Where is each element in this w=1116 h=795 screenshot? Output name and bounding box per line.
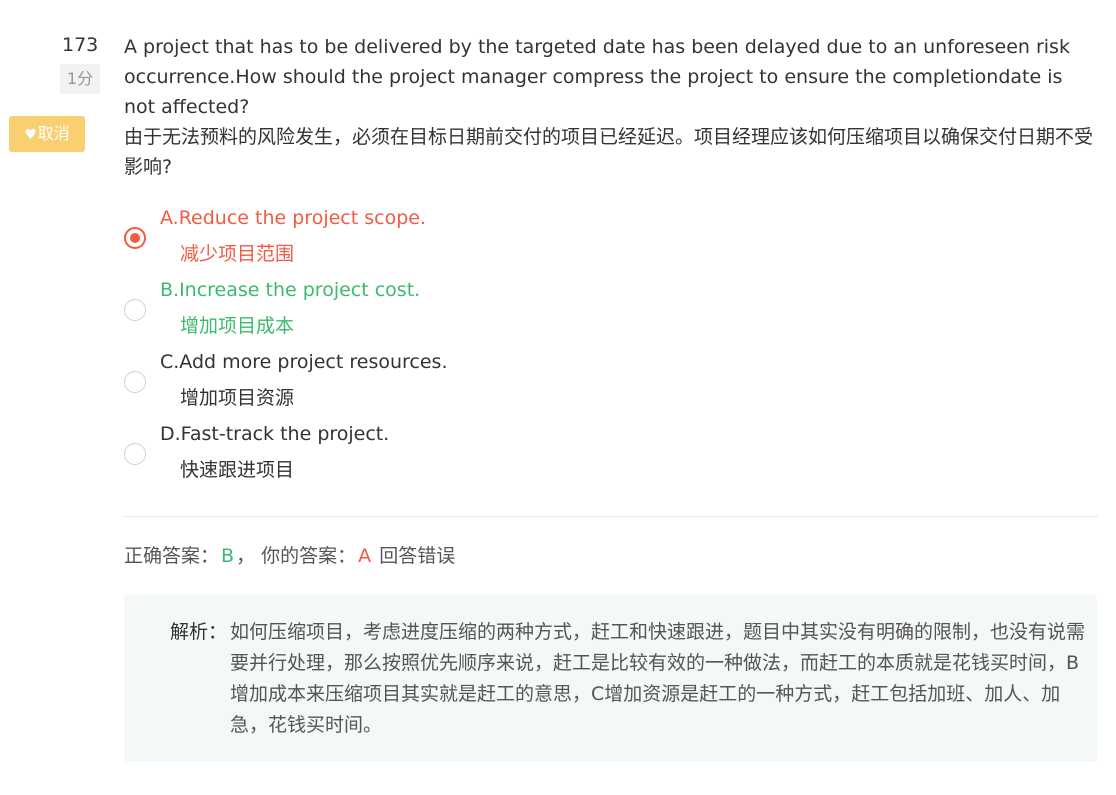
option-d[interactable]: D.Fast-track the project. 快速跟进项目 — [124, 422, 1024, 494]
option-d-text-zh: 快速跟进项目 — [180, 459, 295, 481]
option-c-text-en: C.Add more project resources. — [160, 351, 448, 373]
question-score-badge: 1分 — [60, 64, 100, 94]
option-a-text-zh: 减少项目范围 — [180, 243, 295, 265]
question-number: 173 — [62, 34, 99, 56]
answer-status: 回答错误 — [379, 545, 456, 567]
correct-answer-value: B — [221, 545, 235, 567]
option-c-radio[interactable] — [124, 371, 146, 393]
option-b-text-en: B.Increase the project cost. — [160, 279, 421, 301]
unfavorite-label: 取消 — [37, 124, 70, 143]
option-c[interactable]: C.Add more project resources. 增加项目资源 — [124, 350, 1024, 422]
option-c-text-zh: 增加项目资源 — [180, 387, 295, 409]
option-a-text-en: A.Reduce the project scope. — [160, 207, 426, 229]
your-answer-label: 你的答案： — [261, 545, 357, 567]
option-b-radio[interactable] — [124, 299, 146, 321]
option-b-text-zh: 增加项目成本 — [180, 315, 295, 337]
options-list: A.Reduce the project scope. 减少项目范围 B.Inc… — [124, 206, 1024, 494]
unfavorite-button[interactable]: ♥取消 — [9, 116, 85, 152]
heart-icon: ♥ — [24, 127, 37, 143]
option-d-text-en: D.Fast-track the project. — [160, 423, 390, 445]
your-answer-value: A — [358, 545, 372, 567]
analysis-text: 如何压缩项目，考虑进度压缩的两种方式，赶工和快速跟进，题目中其实没有明确的限制，… — [230, 621, 1086, 736]
analysis-label: 解析： — [170, 621, 228, 643]
question-text-zh: 由于无法预料的风险发生，必须在目标日期前交付的项目已经延迟。项目经理应该如何压缩… — [124, 126, 1094, 178]
option-b[interactable]: B.Increase the project cost. 增加项目成本 — [124, 278, 1024, 350]
option-a[interactable]: A.Reduce the project scope. 减少项目范围 — [124, 206, 1024, 278]
question-stem: A project that has to be delivered by th… — [124, 32, 1099, 182]
divider — [124, 516, 1098, 517]
analysis-panel: 解析： 如何压缩项目，考虑进度压缩的两种方式，赶工和快速跟进，题目中其实没有明确… — [124, 595, 1097, 762]
question-text-en: A project that has to be delivered by th… — [124, 36, 1070, 118]
option-a-radio[interactable] — [124, 227, 146, 249]
correct-answer-label: 正确答案： — [124, 545, 220, 567]
option-d-radio[interactable] — [124, 443, 146, 465]
answer-result-row: 正确答案： B， 你的答案： A 回答错误 — [124, 541, 455, 568]
answer-separator: ， — [236, 545, 256, 567]
